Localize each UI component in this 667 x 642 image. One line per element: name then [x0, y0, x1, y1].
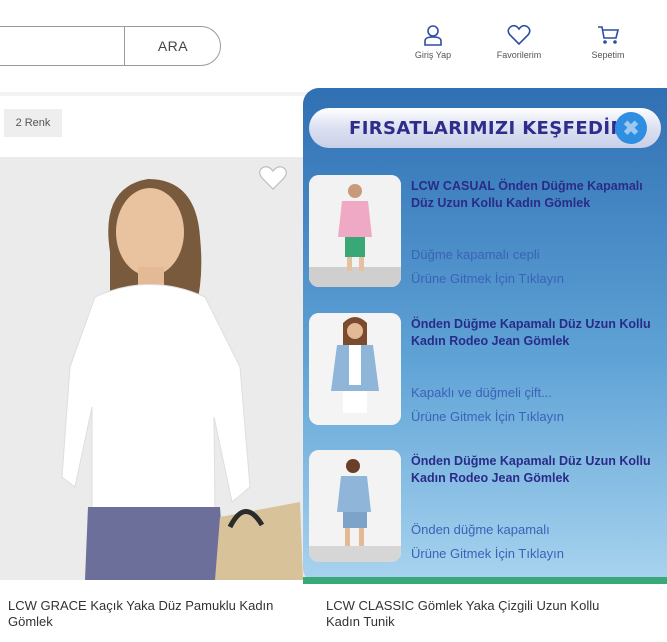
offer-title: LCW CASUAL Önden Düğme Kapamalı Düz Uzun… — [411, 179, 643, 210]
product-photo — [0, 157, 303, 580]
favorite-heart-icon[interactable] — [258, 165, 288, 196]
offer-thumbnail — [309, 175, 401, 287]
offer-link[interactable]: Ürüne Gitmek İçin Tıklayın — [411, 271, 661, 286]
heart-icon — [507, 24, 531, 46]
offer-description: Kapaklı ve düğmeli çift... — [411, 385, 552, 400]
login-link[interactable]: Giriş Yap — [398, 24, 468, 60]
favorites-label: Favorilerim — [496, 50, 542, 60]
offer-thumbnail — [309, 313, 401, 425]
product-image[interactable] — [0, 157, 303, 580]
login-label: Giriş Yap — [414, 50, 452, 60]
cart-link[interactable]: Sepetim — [573, 24, 643, 60]
offer-thumbnail — [309, 450, 401, 562]
search-button[interactable]: ARA — [124, 26, 221, 66]
offer-card[interactable]: Önden Düğme Kapamalı Düz Uzun Kollu Kadı… — [306, 313, 666, 433]
popup-bottom-strip — [303, 577, 667, 584]
offer-card[interactable]: Önden Düğme Kapamalı Düz Uzun Kollu Kadı… — [306, 450, 666, 570]
cart-label: Sepetim — [591, 50, 625, 60]
product-name[interactable]: LCW GRACE Kaçık Yaka Düz Pamuklu Kadın G… — [8, 598, 298, 630]
close-icon[interactable]: ✖ — [615, 112, 647, 144]
color-count-badge[interactable]: 2 Renk — [4, 109, 62, 137]
cart-icon — [598, 26, 620, 44]
offer-link[interactable]: Ürüne Gitmek İçin Tıklayın — [411, 546, 661, 561]
offer-card[interactable]: LCW CASUAL Önden Düğme Kapamalı Düz Uzun… — [306, 175, 666, 295]
favorites-link[interactable]: Favorilerim — [484, 24, 554, 60]
offers-popup: FIRSATLARIMIZI KEŞFEDİN ✖ LCW CASUAL Önd… — [303, 88, 667, 584]
offer-title: Önden Düğme Kapamalı Düz Uzun Kollu Kadı… — [411, 317, 651, 348]
offer-link[interactable]: Ürüne Gitmek İçin Tıklayın — [411, 409, 661, 424]
site-header: ARA Giriş Yap Favorilerim Sepetim — [0, 0, 667, 92]
offer-description: Önden düğme kapamalı — [411, 522, 550, 537]
offer-title: Önden Düğme Kapamalı Düz Uzun Kollu Kadı… — [411, 454, 651, 485]
offer-description: Düğme kapamalı cepli — [411, 247, 540, 262]
popup-title: FIRSATLARIMIZI KEŞFEDİN — [349, 117, 626, 139]
product-name[interactable]: LCW CLASSIC Gömlek Yaka Çizgili Uzun Kol… — [326, 598, 626, 630]
popup-header: FIRSATLARIMIZI KEŞFEDİN — [309, 108, 661, 148]
user-icon — [424, 25, 442, 46]
